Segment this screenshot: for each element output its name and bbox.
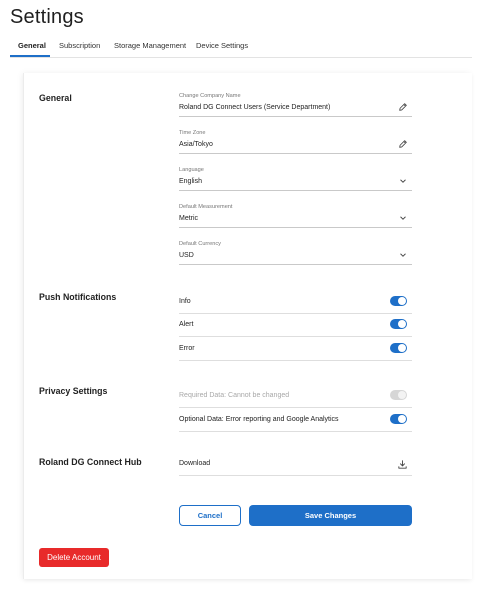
tab-subscription[interactable]: Subscription bbox=[59, 41, 100, 50]
field-underline bbox=[179, 264, 412, 265]
tab-storage-management[interactable]: Storage Management bbox=[114, 41, 186, 50]
privacy-required-toggle bbox=[390, 390, 407, 400]
chevron-down-icon[interactable] bbox=[398, 213, 408, 223]
push-error-toggle[interactable] bbox=[390, 343, 407, 353]
privacy-optional-toggle[interactable] bbox=[390, 414, 407, 424]
save-button-label: Save Changes bbox=[304, 511, 357, 520]
tab-device-settings[interactable]: Device Settings bbox=[196, 41, 248, 50]
push-info-toggle[interactable] bbox=[390, 296, 407, 306]
push-alert-label: Alert bbox=[179, 321, 194, 328]
chevron-down-icon[interactable] bbox=[398, 176, 408, 186]
currency-select[interactable]: Default Currency USD bbox=[179, 241, 412, 267]
pencil-icon[interactable] bbox=[398, 139, 408, 149]
privacy-optional-row: Optional Data: Error reporting and Googl… bbox=[179, 409, 412, 432]
field-label: Change Company Name bbox=[179, 93, 241, 99]
section-title-privacy-settings: Privacy Settings bbox=[39, 386, 108, 396]
section-title-general: General bbox=[39, 93, 72, 103]
company-name-field[interactable]: Change Company Name Roland DG Connect Us… bbox=[179, 93, 412, 119]
field-label: Default Measurement bbox=[179, 204, 233, 210]
measurement-value[interactable]: Metric bbox=[179, 215, 198, 222]
measurement-select[interactable]: Default Measurement Metric bbox=[179, 204, 412, 230]
push-info-row: Info bbox=[179, 291, 412, 314]
pencil-icon[interactable] bbox=[398, 102, 408, 112]
push-error-label: Error bbox=[179, 345, 195, 352]
field-label: Language bbox=[179, 167, 204, 173]
cancel-button[interactable]: Cancel bbox=[179, 505, 241, 526]
save-changes-button[interactable]: Save Changes bbox=[249, 505, 412, 526]
hub-download-label[interactable]: Download bbox=[179, 460, 210, 467]
time-zone-value[interactable]: Asia/Tokyo bbox=[179, 141, 213, 148]
section-title-connect-hub: Roland DG Connect Hub bbox=[39, 457, 142, 467]
page-title: Settings bbox=[10, 6, 84, 28]
privacy-required-row: Required Data: Cannot be changed bbox=[179, 385, 412, 408]
chevron-down-icon[interactable] bbox=[398, 250, 408, 260]
company-name-value[interactable]: Roland DG Connect Users (Service Departm… bbox=[179, 104, 330, 111]
time-zone-field[interactable]: Time Zone Asia/Tokyo bbox=[179, 130, 412, 156]
delete-button-label: Delete Account bbox=[47, 553, 101, 562]
privacy-required-label: Required Data: Cannot be changed bbox=[179, 392, 290, 399]
currency-value[interactable]: USD bbox=[179, 252, 194, 259]
field-label: Time Zone bbox=[179, 130, 206, 136]
push-error-row: Error bbox=[179, 338, 412, 361]
field-underline bbox=[179, 153, 412, 154]
field-underline bbox=[179, 116, 412, 117]
language-value[interactable]: English bbox=[179, 178, 202, 185]
hub-download-row[interactable]: Download bbox=[179, 453, 412, 476]
panel-divider bbox=[23, 73, 24, 579]
privacy-optional-label: Optional Data: Error reporting and Googl… bbox=[179, 416, 339, 423]
field-underline bbox=[179, 190, 412, 191]
field-underline bbox=[179, 227, 412, 228]
push-alert-row: Alert bbox=[179, 314, 412, 337]
delete-account-button[interactable]: Delete Account bbox=[39, 548, 109, 567]
push-alert-toggle[interactable] bbox=[390, 319, 407, 329]
field-label: Default Currency bbox=[179, 241, 221, 247]
push-info-label: Info bbox=[179, 298, 191, 305]
active-tab-indicator bbox=[10, 55, 50, 57]
tab-bar: General Subscription Storage Management … bbox=[10, 40, 472, 58]
cancel-button-label: Cancel bbox=[197, 511, 223, 520]
download-icon[interactable] bbox=[397, 459, 408, 470]
tab-general[interactable]: General bbox=[18, 41, 46, 50]
language-select[interactable]: Language English bbox=[179, 167, 412, 193]
section-title-push-notifications: Push Notifications bbox=[39, 292, 117, 302]
